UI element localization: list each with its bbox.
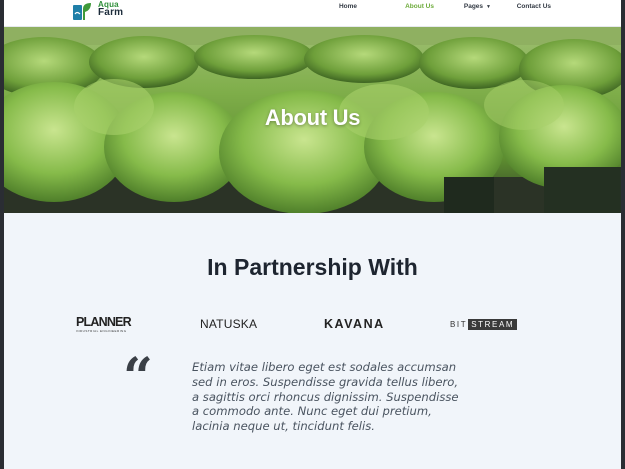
- hero-title: About Us: [264, 105, 361, 130]
- nav-item-pages-label: Pages: [463, 3, 484, 10]
- testimonial-text: Etiam vitae libero eget est sodales accu…: [192, 360, 459, 434]
- nav-item-about-us[interactable]: About Us: [405, 0, 434, 13]
- chevron-down-icon: ▼: [486, 3, 491, 10]
- partner-bitstream-name: BIT STREAM: [450, 318, 518, 330]
- logo-text: Aqua Farm: [98, 1, 124, 18]
- nav-item-home[interactable]: Home: [339, 0, 357, 13]
- hero-banner: About Us: [4, 27, 621, 213]
- nav-item-pages[interactable]: Pages ▼: [464, 0, 491, 13]
- partner-kavana-name: KAVANA: [324, 317, 385, 331]
- quote-icon: “: [123, 347, 153, 408]
- logo[interactable]: Aqua Farm: [72, 0, 123, 22]
- partner-planner-sub: INDUSTRIAL ENGINEERING: [76, 328, 127, 333]
- partner-logos: PLANNER INDUSTRIAL ENGINEERING NATUSKA K…: [4, 313, 621, 335]
- logo-line2: Farm: [98, 7, 124, 18]
- partner-logo-bitstream: BIT STREAM: [450, 313, 518, 335]
- partnership-title: In Partnership With: [207, 254, 418, 280]
- partner-planner-name: PLANNER: [76, 314, 132, 329]
- partner-logo-kavana: KAVANA: [324, 313, 385, 335]
- partner-natuska-name: NATUSKA: [200, 317, 258, 331]
- partner-logo-natuska: NATUSKA: [200, 313, 257, 335]
- partner-bitstream-stream: STREAM: [468, 318, 518, 330]
- site-header: Aqua Farm Home About Us Pages ▼ Contact …: [4, 0, 621, 27]
- partner-bitstream-bit: BIT: [450, 319, 468, 329]
- logo-mark-icon: [73, 3, 91, 20]
- nav-item-contact-us[interactable]: Contact Us: [517, 0, 551, 13]
- page: Aqua Farm Home About Us Pages ▼ Contact …: [4, 0, 621, 469]
- partner-logo-planner: PLANNER INDUSTRIAL ENGINEERING: [76, 313, 132, 335]
